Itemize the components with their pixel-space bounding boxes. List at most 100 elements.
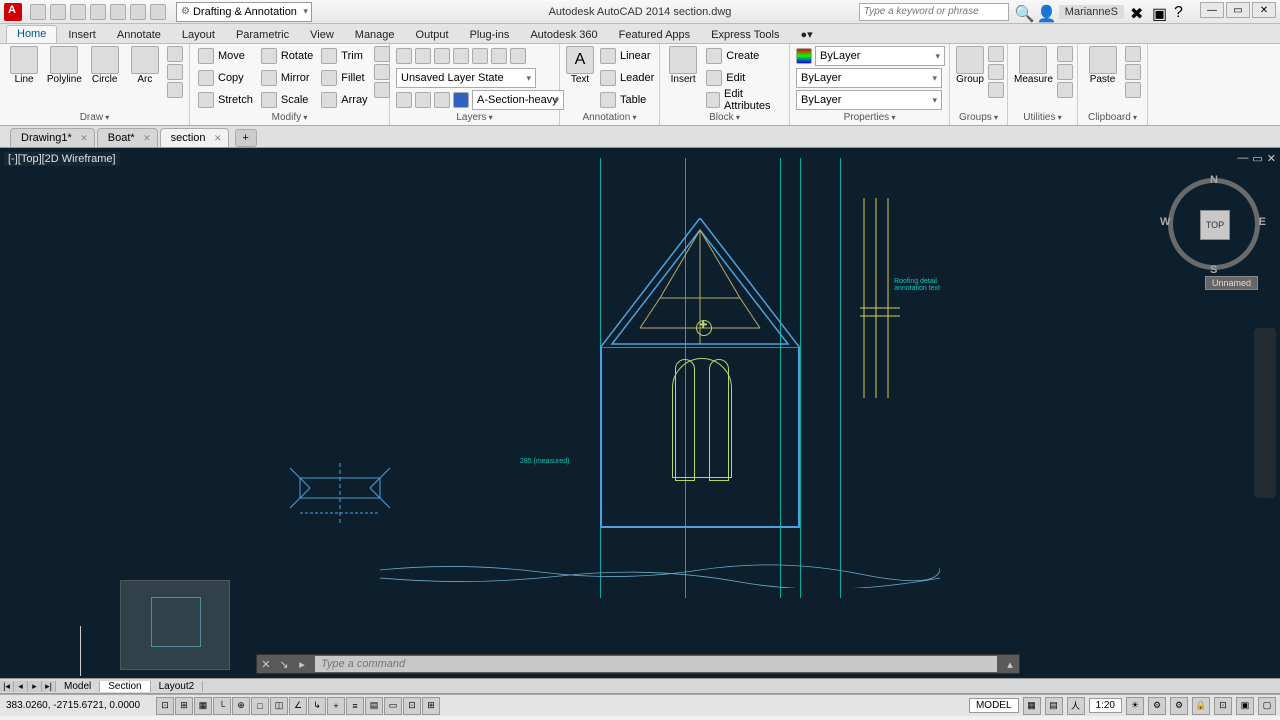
ortho-icon[interactable]: └ — [213, 697, 231, 715]
quickview-icon[interactable]: ▤ — [1045, 697, 1063, 715]
new-tab-button[interactable]: + — [235, 129, 257, 147]
erase-icon[interactable] — [374, 46, 390, 62]
lock-icon[interactable] — [434, 92, 450, 108]
viewcube-south[interactable]: S — [1210, 264, 1217, 276]
qat-saveas-icon[interactable] — [90, 4, 106, 20]
workspace-dropdown[interactable]: Drafting & Annotation — [176, 2, 312, 22]
layermatch-icon[interactable] — [472, 48, 488, 64]
annovis-icon[interactable]: ☀ — [1126, 697, 1144, 715]
hatch-icon[interactable] — [167, 64, 183, 80]
hardware-icon[interactable]: ⊡ — [1214, 697, 1232, 715]
move-button[interactable]: Move — [196, 46, 255, 66]
ws-icon[interactable]: ⚙ — [1170, 697, 1188, 715]
linetype-dropdown[interactable]: ByLayer — [796, 90, 942, 110]
layermore-icon[interactable] — [510, 48, 526, 64]
qp-icon[interactable]: ▭ — [384, 697, 402, 715]
tab-plugins[interactable]: Plug-ins — [460, 27, 520, 43]
polyline-button[interactable]: Polyline — [46, 46, 82, 85]
tab-insert[interactable]: Insert — [58, 27, 106, 43]
copyclip-icon[interactable] — [1125, 64, 1141, 80]
model-space-indicator[interactable]: MODEL — [969, 698, 1019, 713]
layout-first-icon[interactable]: |◂ — [0, 681, 14, 692]
layerlock-icon[interactable] — [453, 48, 469, 64]
qat-save-icon[interactable] — [70, 4, 86, 20]
measure-button[interactable]: Measure — [1014, 46, 1053, 85]
qat-redo-icon[interactable] — [150, 4, 166, 20]
quickcalc-icon[interactable] — [1057, 64, 1073, 80]
tab-manage[interactable]: Manage — [345, 27, 405, 43]
stretch-button[interactable]: Stretch — [196, 90, 255, 110]
viewcube[interactable]: TOP N S E W — [1168, 178, 1260, 270]
text-button[interactable]: AText — [566, 46, 594, 85]
grid-display-icon[interactable]: ▦ — [1023, 697, 1041, 715]
sun-icon[interactable] — [415, 92, 431, 108]
layout-tab-layout2[interactable]: Layout2 — [151, 681, 204, 692]
mirror-button[interactable]: Mirror — [259, 68, 315, 88]
insert-button[interactable]: Insert — [666, 46, 700, 85]
lwt-icon[interactable]: ≡ — [346, 697, 364, 715]
file-tab-drawing1[interactable]: Drawing1*✕ — [10, 128, 95, 147]
edit-button[interactable]: Edit — [704, 68, 783, 88]
groupsel-icon[interactable] — [988, 82, 1004, 98]
panel-label-properties[interactable]: Properties — [796, 111, 943, 125]
sc-icon[interactable]: ⊡ — [403, 697, 421, 715]
layer-color-swatch[interactable] — [453, 92, 469, 108]
infoctr-search-input[interactable] — [859, 3, 1009, 21]
line-button[interactable]: Line — [6, 46, 42, 85]
id-icon[interactable] — [1057, 82, 1073, 98]
arc-button[interactable]: Arc — [127, 46, 163, 85]
layerprev-icon[interactable] — [491, 48, 507, 64]
panel-label-utilities[interactable]: Utilities — [1014, 111, 1071, 125]
viewcube-east[interactable]: E — [1259, 216, 1266, 228]
close-button[interactable]: ✕ — [1252, 2, 1276, 18]
tab-annotate[interactable]: Annotate — [107, 27, 171, 43]
command-line[interactable]: ✕ ↘ ▸ ▴ — [256, 654, 1020, 674]
close-icon[interactable]: ✕ — [214, 133, 222, 144]
viewcube-top-face[interactable]: TOP — [1200, 210, 1230, 240]
fillet-button[interactable]: Fillet — [319, 68, 369, 88]
selectall-icon[interactable] — [1057, 46, 1073, 62]
app-menu-icon[interactable] — [4, 3, 22, 21]
infer-icon[interactable]: ⊡ — [156, 697, 174, 715]
viewport-close-icon[interactable]: ✕ — [1267, 152, 1276, 165]
minimize-button[interactable]: — — [1200, 2, 1224, 18]
qat-plot-icon[interactable] — [110, 4, 126, 20]
cleanscreen-icon[interactable]: ▢ — [1258, 697, 1276, 715]
layerfreeze-icon[interactable] — [434, 48, 450, 64]
panel-label-draw[interactable]: Draw — [6, 111, 183, 125]
file-tab-boat[interactable]: Boat*✕ — [97, 128, 158, 147]
layout-prev-icon[interactable]: ◂ — [14, 681, 28, 692]
color-dropdown[interactable]: ByLayer — [815, 46, 945, 66]
copy-button[interactable]: Copy — [196, 68, 255, 88]
layerprops-icon[interactable] — [396, 48, 412, 64]
color-icon[interactable] — [796, 48, 812, 64]
annoauto-icon[interactable]: ⚙ — [1148, 697, 1166, 715]
tab-output[interactable]: Output — [406, 27, 459, 43]
annoscale-icon[interactable]: 人 — [1067, 697, 1085, 715]
tab-parametric[interactable]: Parametric — [226, 27, 299, 43]
grid-icon[interactable]: ▦ — [194, 697, 212, 715]
layout-tab-model[interactable]: Model — [56, 681, 100, 692]
ungroup-icon[interactable] — [988, 46, 1004, 62]
group-button[interactable]: Group — [956, 46, 984, 85]
close-icon[interactable]: ✕ — [143, 133, 151, 144]
circle-button[interactable]: Circle — [87, 46, 123, 85]
ucs-label[interactable]: Unnamed — [1205, 276, 1258, 290]
qat-new-icon[interactable] — [30, 4, 46, 20]
otrack-icon[interactable]: ∠ — [289, 697, 307, 715]
trim-button[interactable]: Trim — [319, 46, 369, 66]
explode-icon[interactable] — [374, 64, 390, 80]
groupedit-icon[interactable] — [988, 64, 1004, 80]
maximize-button[interactable]: ▭ — [1226, 2, 1250, 18]
polar-icon[interactable]: ⊕ — [232, 697, 250, 715]
qat-open-icon[interactable] — [50, 4, 66, 20]
rectangle-icon[interactable] — [167, 46, 183, 62]
lightbulb-icon[interactable] — [396, 92, 412, 108]
ellipse-icon[interactable] — [167, 82, 183, 98]
command-input[interactable] — [315, 656, 997, 672]
layeroff-icon[interactable] — [415, 48, 431, 64]
stayconnected-icon[interactable]: ▣ — [1152, 4, 1168, 20]
editattr-button[interactable]: Edit Attributes — [704, 90, 783, 110]
viewport-max-icon[interactable]: ▭ — [1252, 152, 1262, 165]
linear-button[interactable]: Linear — [598, 46, 656, 66]
